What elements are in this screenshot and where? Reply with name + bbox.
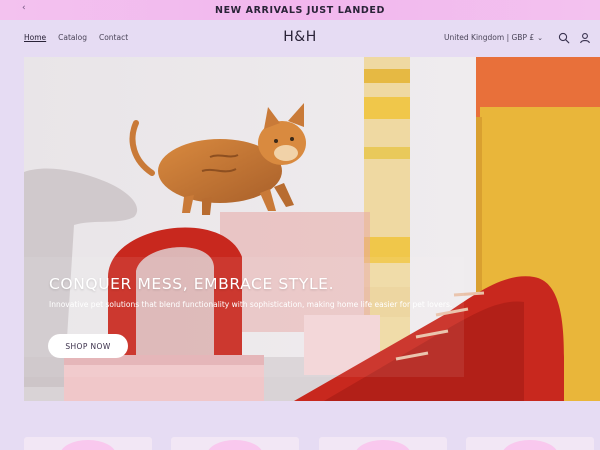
account-icon[interactable] [579, 31, 591, 44]
product-image [355, 440, 411, 450]
product-image [502, 440, 558, 450]
hero-subtitle: Innovative pet solutions that blend func… [49, 300, 453, 309]
site-header: Home Catalog Contact H&H United Kingdom … [0, 20, 600, 56]
shop-now-button[interactable]: SHOP NOW [48, 334, 128, 358]
locale-selector[interactable]: United Kingdom | GBP £ ⌄ [444, 33, 543, 42]
locale-label: United Kingdom | GBP £ [444, 33, 535, 42]
announcement-prev-arrow[interactable]: ‹ [22, 3, 26, 13]
announcement-text: NEW ARRIVALS JUST LANDED [215, 4, 385, 16]
product-card[interactable] [24, 437, 152, 450]
announcement-bar: ‹ NEW ARRIVALS JUST LANDED [0, 0, 600, 20]
product-cards-row [24, 437, 594, 450]
product-image [207, 440, 263, 450]
logo-text: H&H [283, 29, 317, 45]
product-card[interactable] [466, 437, 594, 450]
chevron-down-icon: ⌄ [537, 33, 544, 42]
product-card[interactable] [171, 437, 299, 450]
hero-title: CONQUER MESS, EMBRACE STYLE. [49, 275, 335, 293]
search-icon[interactable] [558, 31, 570, 44]
product-image [60, 440, 116, 450]
product-card[interactable] [319, 437, 447, 450]
hero-banner: CONQUER MESS, EMBRACE STYLE. Innovative … [24, 57, 600, 401]
